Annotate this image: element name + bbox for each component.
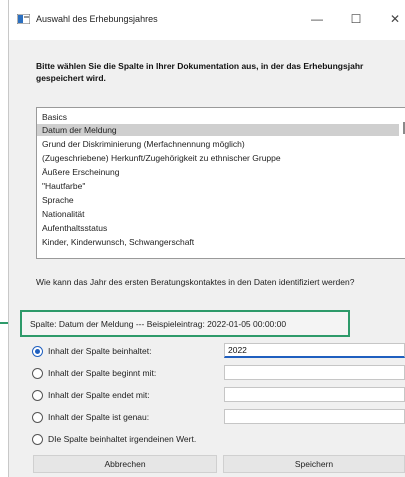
radio-ends-with[interactable] bbox=[32, 390, 43, 401]
option-label: Inhalt der Spalte ist genau: bbox=[48, 412, 150, 422]
maximize-button[interactable]: ☐ bbox=[347, 10, 365, 28]
list-item-selected[interactable]: Datum der Meldung bbox=[42, 125, 117, 135]
list-item[interactable]: Grund der Diskriminierung (Merfachnennun… bbox=[42, 139, 245, 149]
column-info-text: Spalte: Datum der Meldung --- Beispielei… bbox=[30, 319, 287, 329]
list-item[interactable]: Kinder, Kinderwunsch, Schwangerschaft bbox=[42, 237, 194, 247]
list-item[interactable]: "Hautfarbe" bbox=[42, 181, 85, 191]
window-title: Auswahl des Erhebungsjahres bbox=[36, 14, 158, 24]
column-info-box: Spalte: Datum der Meldung --- Beispielei… bbox=[20, 310, 350, 337]
starts-with-input[interactable] bbox=[224, 365, 405, 380]
instruction-text: Bitte wählen Sie die Spalte in Ihrer Dok… bbox=[36, 61, 364, 83]
option-label: Inhalt der Spalte beinhaltet: bbox=[48, 346, 152, 356]
list-item[interactable]: Äußere Erscheinung bbox=[42, 167, 120, 177]
question-text: Wie kann das Jahr des ersten Beratungsko… bbox=[36, 277, 355, 287]
option-label: Inhalt der Spalte endet mit: bbox=[48, 390, 150, 400]
close-button[interactable]: ✕ bbox=[386, 10, 404, 28]
title-bar: Auswahl des Erhebungsjahres — ☐ ✕ bbox=[9, 0, 405, 40]
option-label: Inhalt der Spalte beginnt mit: bbox=[48, 368, 157, 378]
app-icon bbox=[17, 14, 30, 24]
save-button[interactable]: Speichern bbox=[223, 455, 405, 473]
radio-any-value[interactable] bbox=[32, 434, 43, 445]
radio-exact[interactable] bbox=[32, 412, 43, 423]
ends-with-input[interactable] bbox=[224, 387, 405, 402]
dialog-window: Auswahl des Erhebungsjahres — ☐ ✕ Bitte … bbox=[8, 0, 405, 477]
radio-starts-with[interactable] bbox=[32, 368, 43, 379]
option-label: DIe Spalte beinhaltet irgendeinen Wert. bbox=[48, 434, 197, 444]
minimize-button[interactable]: — bbox=[308, 10, 326, 28]
column-listbox[interactable]: Basics Datum der Meldung Grund der Diskr… bbox=[36, 107, 405, 259]
contains-input[interactable]: 2022 bbox=[224, 343, 405, 358]
cancel-button[interactable]: Abbrechen bbox=[33, 455, 217, 473]
radio-contains[interactable] bbox=[32, 346, 43, 357]
list-item[interactable]: Aufenthaltsstatus bbox=[42, 223, 107, 233]
list-item[interactable]: (Zugeschriebene) Herkunft/Zugehörigkeit … bbox=[42, 153, 281, 163]
list-item[interactable]: Nationalität bbox=[42, 209, 85, 219]
exact-input[interactable] bbox=[224, 409, 405, 424]
list-item[interactable]: Basics bbox=[42, 112, 67, 122]
list-item[interactable]: Sprache bbox=[42, 195, 74, 205]
